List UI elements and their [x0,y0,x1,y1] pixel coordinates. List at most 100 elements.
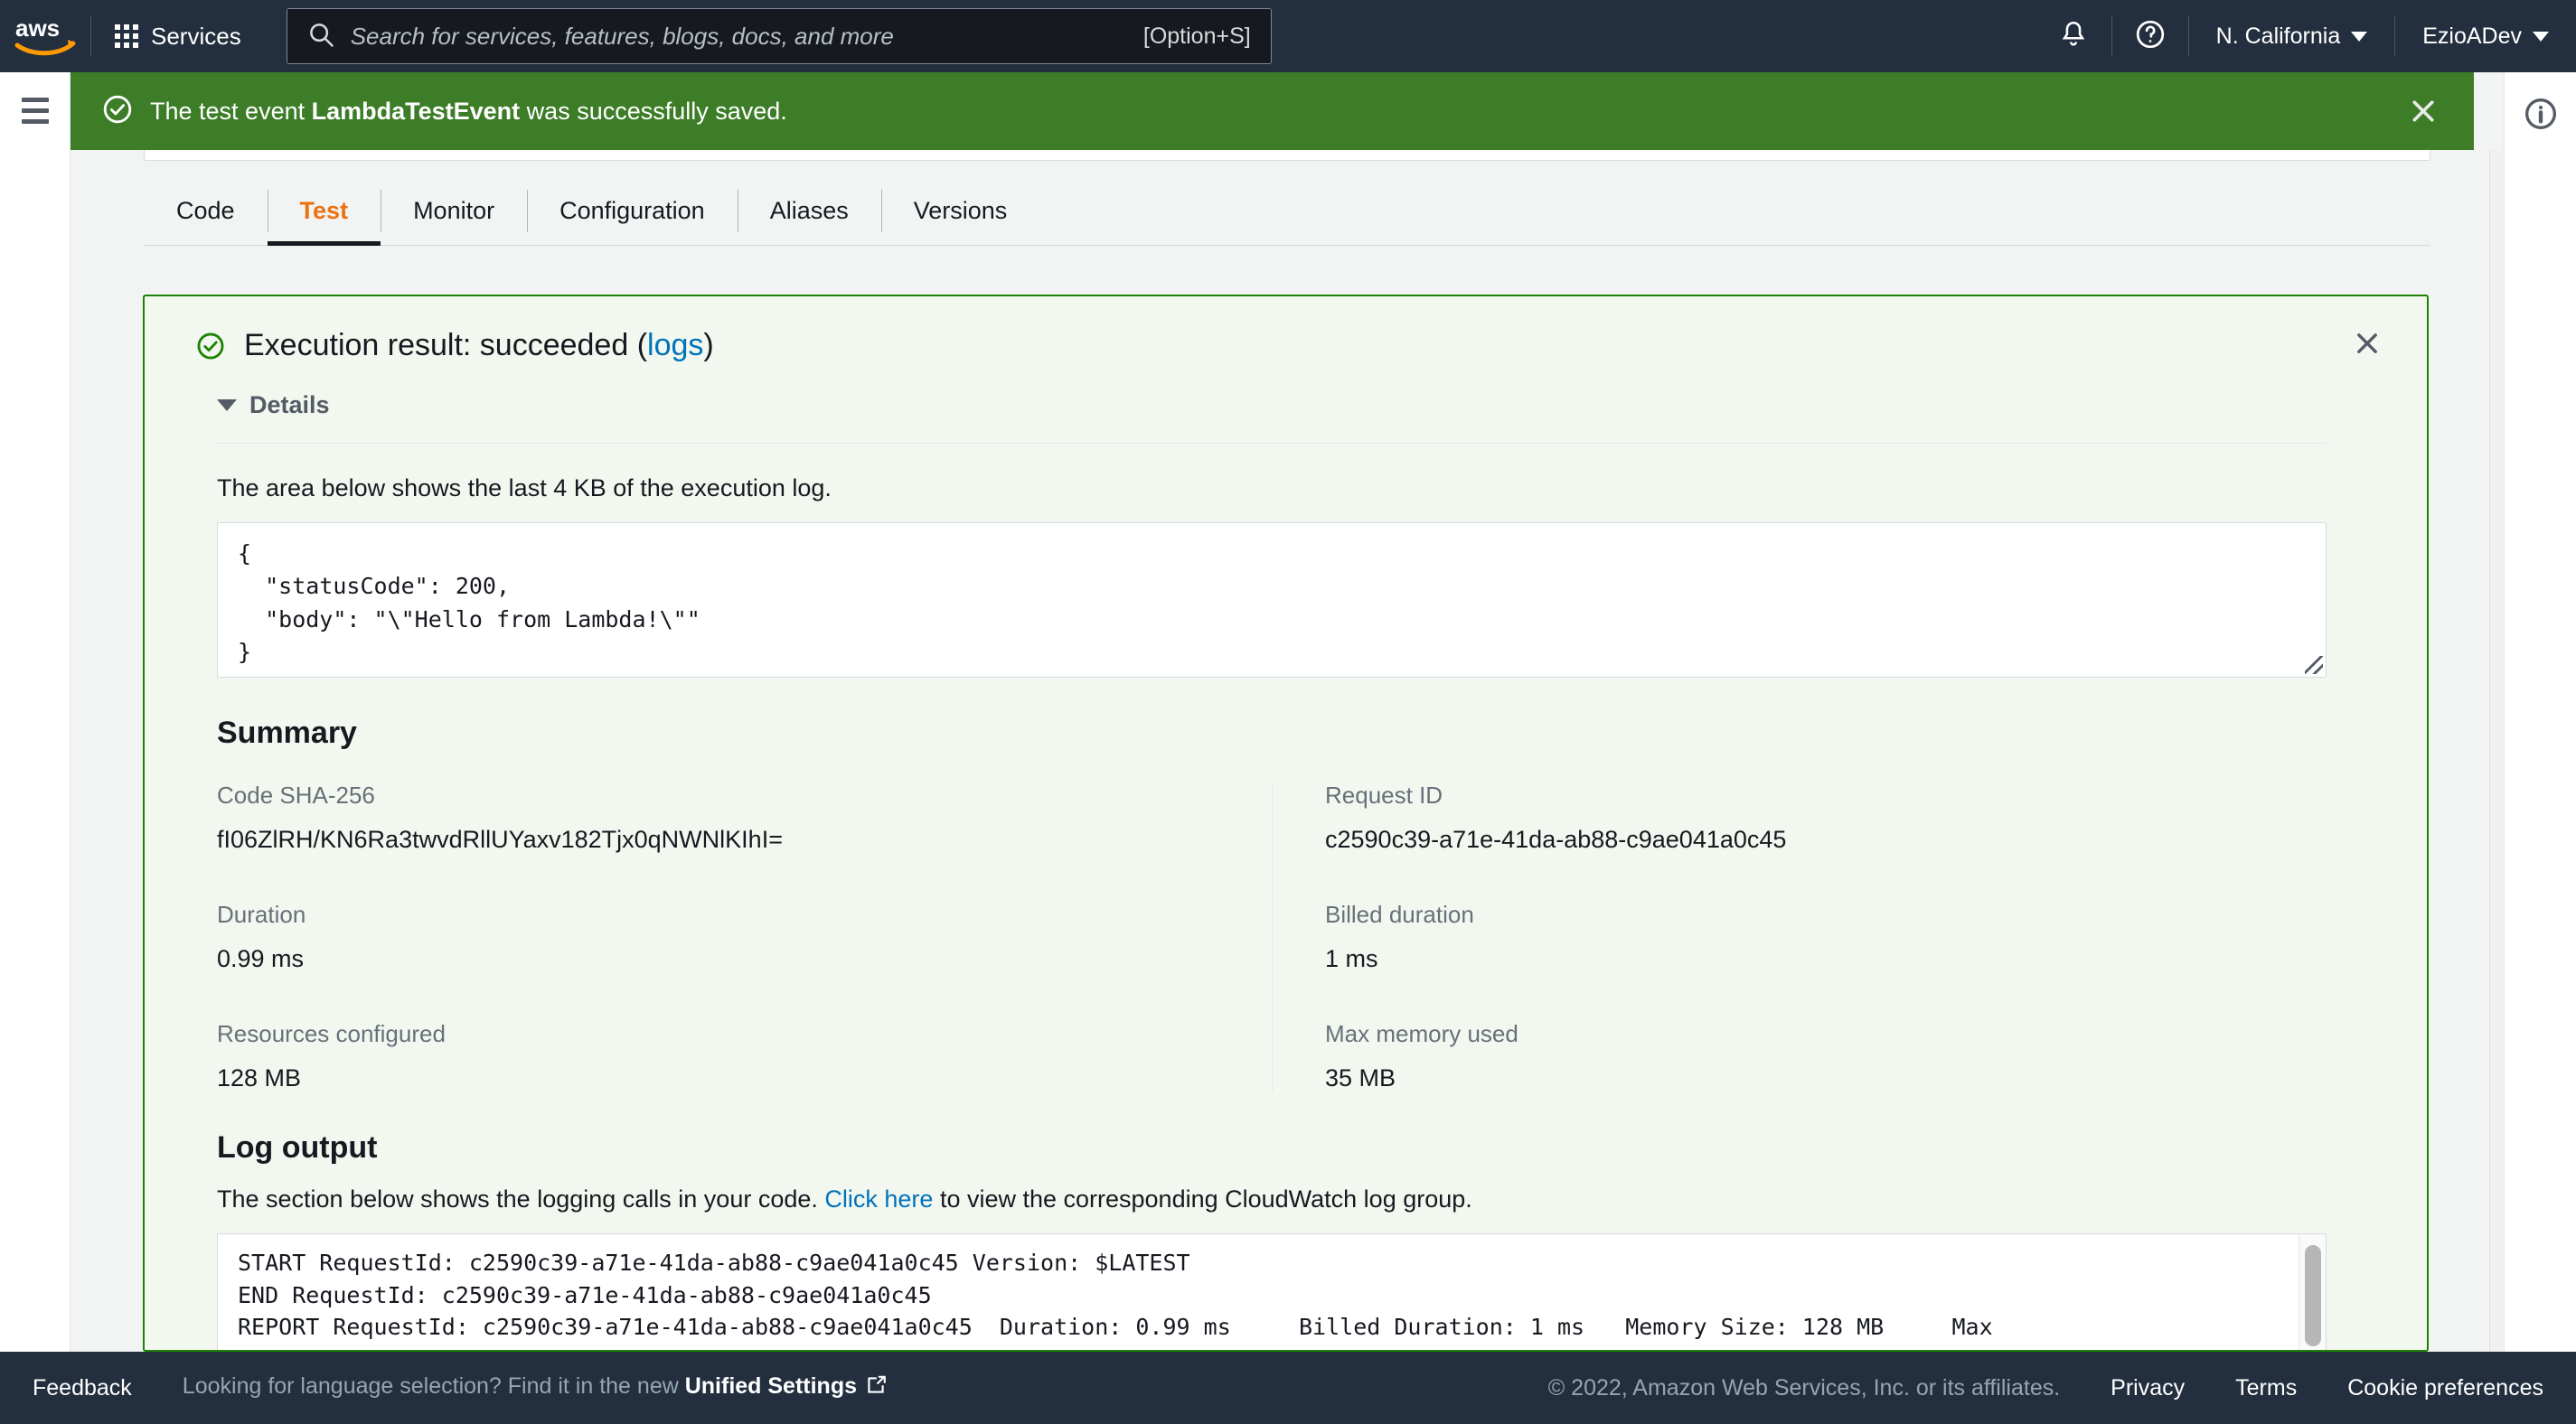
cloudwatch-link[interactable]: Click here [824,1185,933,1213]
page-footer: Feedback Looking for language selection?… [0,1352,2576,1424]
flash-event-name: LambdaTestEvent [311,97,521,125]
resources-configured-label: Resources configured [217,1020,446,1047]
log-output-text: START RequestId: c2590c39-a71e-41da-ab88… [238,1250,1993,1350]
hamburger-icon[interactable] [21,98,49,124]
resources-configured-value: 128 MB [217,1064,302,1091]
language-note: Looking for language selection? Find it … [183,1373,888,1403]
search-input[interactable] [350,22,1143,51]
tab-code[interactable]: Code [144,177,268,245]
response-output-box[interactable]: { "statusCode": 200, "body": "\"Hello fr… [217,522,2327,678]
tab-label: Aliases [769,197,849,224]
duration-value: 0.99 ms [217,945,305,972]
tab-versions[interactable]: Versions [880,177,1040,245]
log-output-description: The section below shows the logging call… [217,1185,2376,1213]
account-menu[interactable]: EzioADev [2395,0,2576,72]
billed-duration-label: Billed duration [1325,901,1474,928]
unified-settings-link[interactable]: Unified Settings [685,1373,857,1399]
feedback-link[interactable]: Feedback [33,1375,132,1401]
request-id-label: Request ID [1325,782,1443,809]
request-id-value: c2590c39-a71e-41da-ab88-c9ae041a0c45 [1325,826,1787,853]
page-scrollbar[interactable] [2489,150,2504,1352]
summary-heading: Summary [217,716,357,750]
log-desc-prefix: The section below shows the logging call… [217,1185,825,1213]
tab-label: Monitor [413,197,495,224]
execution-log-note: The area below shows the last 4 KB of th… [217,474,832,501]
cookie-preferences-link[interactable]: Cookie preferences [2347,1375,2543,1401]
svg-text:aws: aws [15,14,60,42]
summary-left-column: Code SHA-256 fI06ZlRH/KN6Ra3twvdRllUYaxv… [217,782,1272,1092]
services-menu-button[interactable]: Services [91,0,265,72]
tab-label: Versions [913,197,1008,224]
duration-label: Duration [217,901,306,928]
flash-text-prefix: The test event [150,97,312,125]
tab-aliases[interactable]: Aliases [737,177,881,245]
footer-right-group: © 2022, Amazon Web Services, Inc. or its… [1548,1375,2543,1401]
tab-configuration[interactable]: Configuration [527,177,738,245]
divider [217,443,2327,444]
top-navigation-bar: aws Services [Option+S] [0,0,2576,72]
result-title-text: Execution result: succeeded ( [244,328,648,362]
check-circle-icon [195,331,226,366]
info-circle-icon[interactable] [2521,94,2561,134]
execution-result-panel: Execution result: succeeded (logs) Detai… [143,295,2429,1352]
notifications-button[interactable] [2035,0,2111,72]
region-label: N. California [2215,23,2341,49]
tab-test[interactable]: Test [267,177,381,246]
region-selector[interactable]: N. California [2189,0,2395,72]
log-scrollbar-thumb [2305,1245,2321,1346]
code-sha-label: Code SHA-256 [217,782,375,809]
left-rail [0,72,71,1352]
billed-duration-value: 1 ms [1325,945,1378,972]
chevron-down-icon [2533,31,2549,42]
details-toggle[interactable]: Details [217,391,2376,419]
function-tabs: Code Test Monitor Configuration Aliases … [144,177,2430,246]
max-memory-used-value: 35 MB [1325,1064,1396,1091]
terms-link[interactable]: Terms [2235,1375,2297,1401]
privacy-link[interactable]: Privacy [2111,1375,2185,1401]
copyright-text: © 2022, Amazon Web Services, Inc. or its… [1547,1374,2061,1401]
right-rail [2504,72,2576,1352]
chevron-down-icon [2351,31,2368,42]
search-shortcut-hint: [Option+S] [1142,23,1251,49]
language-note-text: Looking for language selection? Find it … [182,1372,685,1399]
result-title-close-paren: ) [703,328,714,362]
top-nav-right-group: N. California EzioADev [2035,0,2576,72]
global-search-box[interactable]: [Option+S] [286,8,1272,64]
tab-monitor[interactable]: Monitor [381,177,527,245]
log-output-box[interactable]: START RequestId: c2590c39-a71e-41da-ab88… [217,1233,2327,1350]
log-output-heading: Log output [217,1130,378,1165]
summary-right-column: Request ID c2590c39-a71e-41da-ab88-c9ae0… [1272,782,2327,1092]
summary-grid: Code SHA-256 fI06ZlRH/KN6Ra3twvdRllUYaxv… [217,782,2327,1092]
question-circle-icon [2134,18,2167,55]
code-sha-value: fI06ZlRH/KN6Ra3twvdRllUYaxv182Tjx0qNWNlK… [217,826,783,853]
check-circle-icon [101,93,134,130]
log-scrollbar[interactable] [2299,1234,2326,1350]
account-label: EzioADev [2422,23,2522,49]
logs-link[interactable]: logs [647,328,703,362]
log-desc-suffix: to view the corresponding CloudWatch log… [933,1185,1472,1213]
aws-logo[interactable]: aws [0,0,90,72]
caret-down-icon [217,399,237,411]
tab-label: Code [176,197,235,224]
search-icon [307,21,334,52]
services-label: Services [151,22,241,50]
flash-message: The test event LambdaTestEvent was succe… [150,98,787,126]
flash-text-suffix: was successfully saved. [520,97,787,125]
main-content: Code Test Monitor Configuration Aliases … [71,150,2504,1352]
card-top-stub [144,150,2430,161]
tab-label: Test [299,197,349,224]
response-json: { "statusCode": 200, "body": "\"Hello fr… [238,540,700,665]
bell-icon [2058,19,2089,54]
success-flash-banner: The test event LambdaTestEvent was succe… [71,72,2474,150]
execution-result-title: Execution result: succeeded (logs) [244,327,714,364]
execution-result-header: Execution result: succeeded (logs) [195,327,2376,366]
external-link-icon [864,1373,888,1403]
max-memory-used-label: Max memory used [1325,1020,1518,1047]
flash-close-button[interactable] [2398,86,2449,136]
grid-icon [115,24,138,48]
result-panel-close-button[interactable] [2344,320,2391,367]
tab-label: Configuration [559,197,705,224]
resize-handle[interactable] [2305,656,2323,674]
details-label: Details [249,391,330,418]
help-button[interactable] [2112,0,2188,72]
